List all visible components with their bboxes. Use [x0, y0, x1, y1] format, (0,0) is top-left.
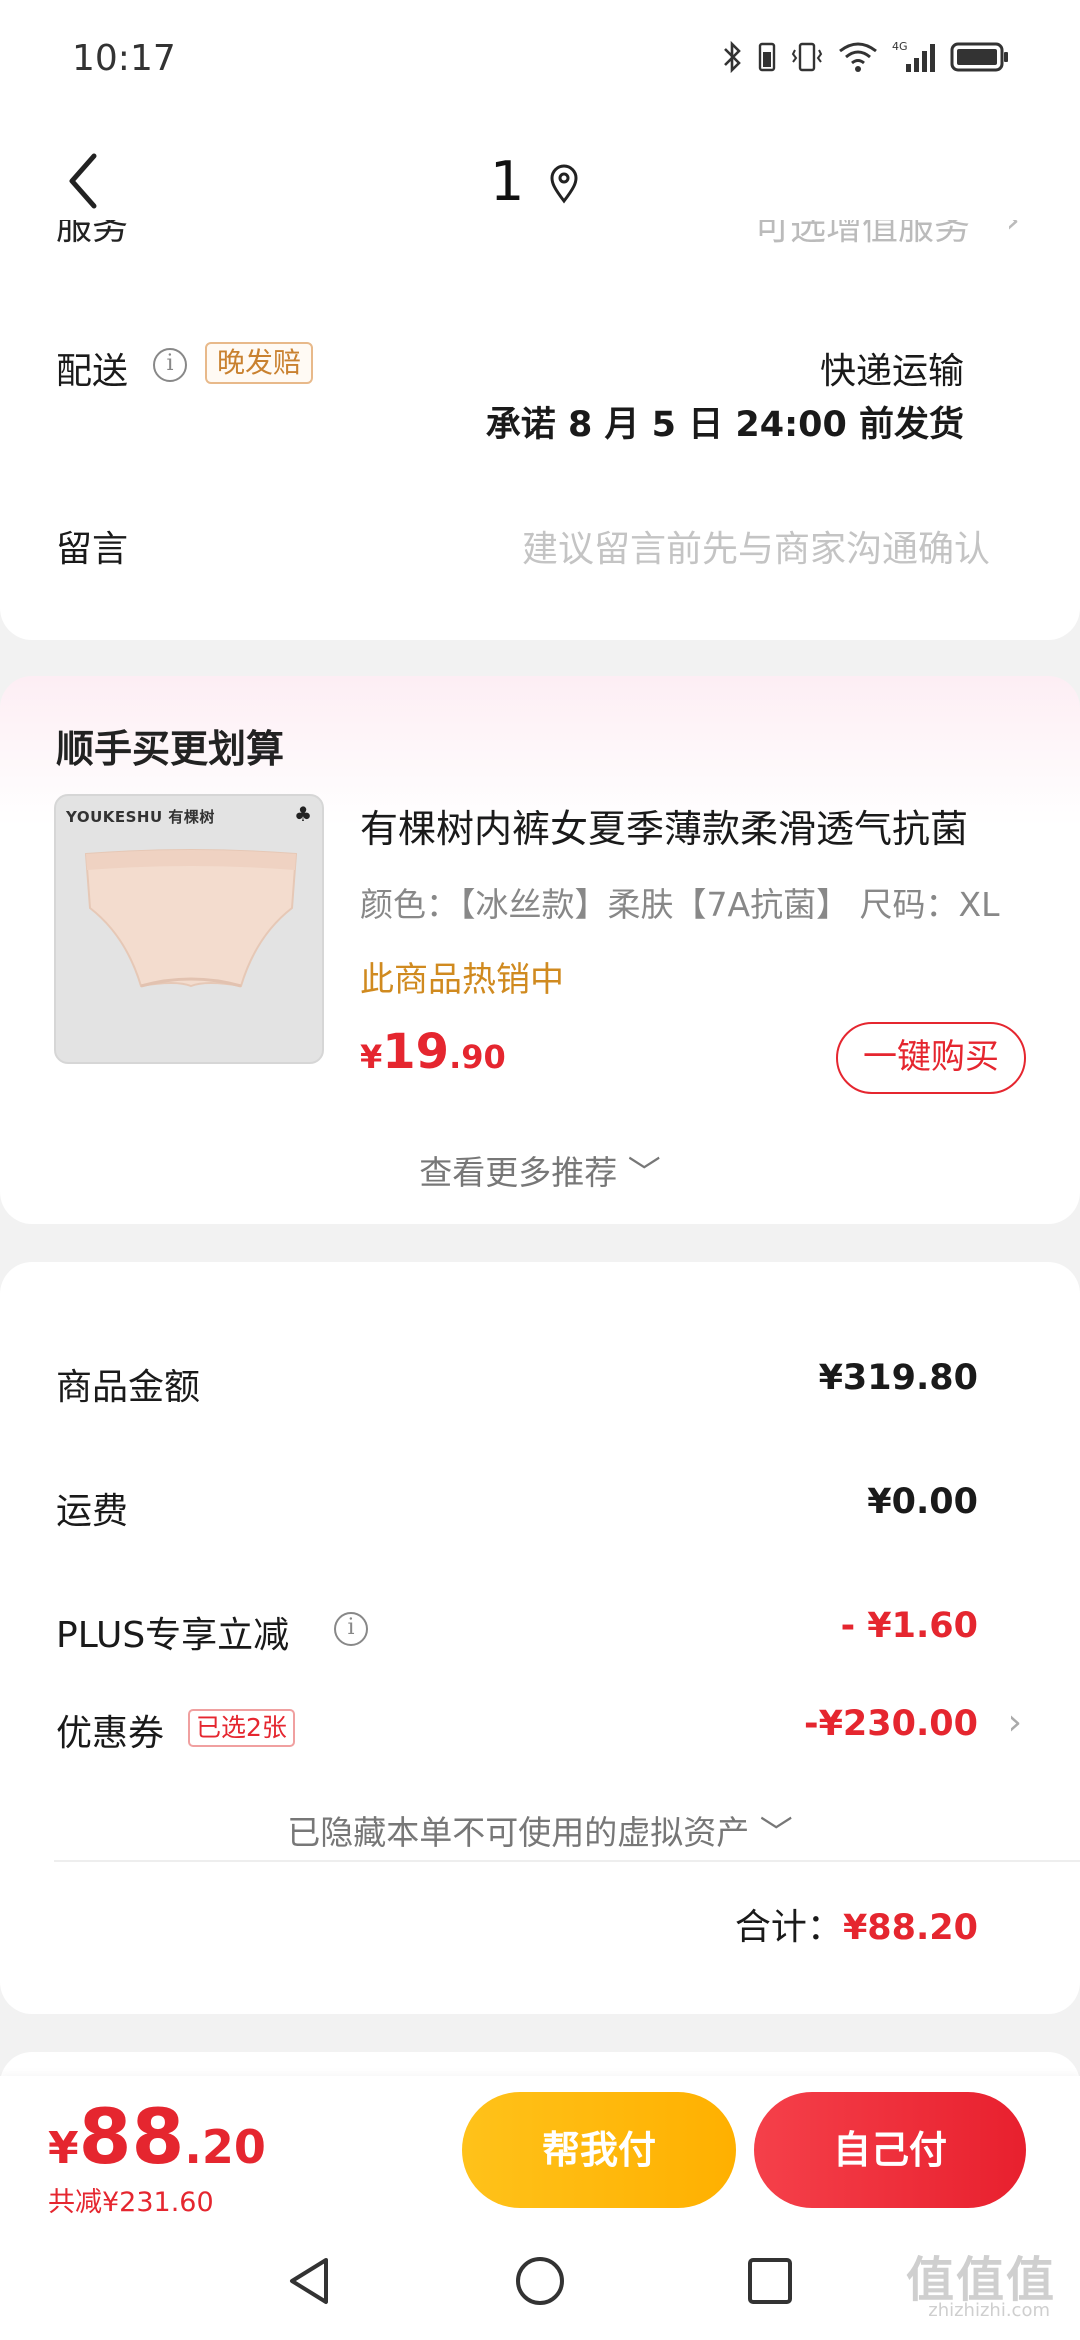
price-summary-card: 商品金额 ¥319.80 运费 ¥0.00 PLUS专享立减 i - ¥1.60…: [0, 1262, 1080, 2014]
product-hot-label: 此商品热销中: [360, 960, 564, 1000]
wifi-icon: [839, 42, 877, 72]
service-value: 可选增值服务: [753, 220, 970, 248]
plus-discount-label: PLUS专享立减: [56, 1615, 290, 1656]
system-recents-icon[interactable]: [746, 2256, 794, 2306]
coupon-selected-badge: 已选2张: [188, 1709, 295, 1747]
status-icons: 4G: [722, 40, 1010, 74]
back-arrow-icon[interactable]: [60, 146, 110, 216]
hidden-assets-label: 已隐藏本单不可使用的虚拟资产: [287, 1813, 750, 1852]
one-click-buy-button[interactable]: 一键购买: [836, 1022, 1026, 1094]
plus-discount-value: - ¥1.60: [840, 1606, 978, 1646]
site-watermark-url: zhizhizhi.com: [928, 2300, 1050, 2321]
recommend-title: 顺手买更划算: [56, 727, 285, 771]
pay-total-price: ¥88.20: [48, 2092, 266, 2181]
pay-bar: ¥88.20 共减¥231.60 帮我付 自己付: [0, 2076, 1080, 2226]
system-back-icon[interactable]: [284, 2254, 334, 2308]
cellular-signal-icon: 4G: [892, 40, 935, 72]
more-recommend-label: 查看更多推荐: [419, 1153, 618, 1192]
service-label: 服务: [56, 220, 129, 248]
more-recommend-link[interactable]: 查看更多推荐 ﹀: [0, 1146, 1080, 1194]
value-added-service-row[interactable]: 服务 可选增值服务 ›: [0, 220, 1080, 264]
product-name[interactable]: 有棵树内裤女夏季薄款柔滑透气抗菌: [360, 798, 1030, 853]
chevron-down-icon: ﹀: [759, 1813, 793, 1852]
goods-amount-value: ¥319.80: [818, 1358, 978, 1398]
product-price: ¥19.90: [360, 1024, 506, 1080]
shipping-fee-label: 运费: [56, 1491, 129, 1532]
divider: [54, 1860, 1080, 1862]
order-info-card: 服务 可选增值服务 › 配送 i 晚发赔 快递运输 承诺 8 月 5 日 24:…: [0, 220, 1080, 640]
hidden-assets-toggle[interactable]: 已隐藏本单不可使用的虚拟资产 ﹀: [0, 1806, 1080, 1854]
total-label: 合计：: [734, 1907, 843, 1948]
delivery-label: 配送: [56, 351, 129, 392]
shipping-fee-value: ¥0.00: [867, 1482, 978, 1522]
coupon-value[interactable]: -¥230.00: [804, 1704, 978, 1744]
note-label: 留言: [56, 529, 129, 570]
note-input[interactable]: 建议留言前先与商家沟通确认: [522, 520, 990, 572]
info-icon[interactable]: i: [334, 1612, 368, 1646]
goods-amount-label: 商品金额: [56, 1367, 201, 1408]
coupon-label: 优惠券: [56, 1713, 165, 1754]
vibrate-icon: [791, 42, 823, 72]
delivery-method[interactable]: 快递运输: [820, 342, 964, 394]
status-bar: 10:17 4G: [0, 0, 1080, 120]
delivery-promise: 承诺 8 月 5 日 24:00 前发货: [485, 405, 964, 445]
bluetooth-icon: [724, 40, 741, 74]
product-spec: 颜色：【冰丝款】柔肤【7A抗菌】 尺码：XL: [360, 885, 1000, 924]
pay-myself-button[interactable]: 自己付: [754, 2092, 1026, 2208]
page-title: 1: [490, 150, 525, 213]
help-me-pay-button[interactable]: 帮我付: [462, 2092, 736, 2208]
product-image[interactable]: YOUKESHU 有棵树 ♣: [54, 794, 324, 1064]
chevron-down-icon: ﹀: [627, 1153, 661, 1192]
recommend-card: 顺手买更划算 YOUKESHU 有棵树 ♣ 有棵树内裤女夏季薄款柔滑透气抗菌 颜…: [0, 676, 1080, 1224]
chevron-right-icon: ›: [1005, 220, 1020, 241]
chevron-right-icon[interactable]: ›: [1008, 1702, 1022, 1743]
info-icon[interactable]: i: [153, 348, 187, 382]
total-saved: 共减¥231.60: [48, 2187, 214, 2218]
total-value: ¥88.20: [842, 1908, 978, 1948]
status-time: 10:17: [72, 38, 176, 79]
battery-icon: [950, 42, 1008, 72]
location-pin-icon[interactable]: [548, 164, 580, 204]
system-home-icon[interactable]: [514, 2254, 566, 2308]
underwear-illustration: [84, 849, 298, 988]
battery-saver-icon: [758, 42, 776, 72]
total-row: 合计：¥88.20: [735, 1898, 978, 1950]
svg-text:4G: 4G: [892, 40, 908, 53]
late-compensation-badge: 晚发赔: [205, 342, 314, 384]
